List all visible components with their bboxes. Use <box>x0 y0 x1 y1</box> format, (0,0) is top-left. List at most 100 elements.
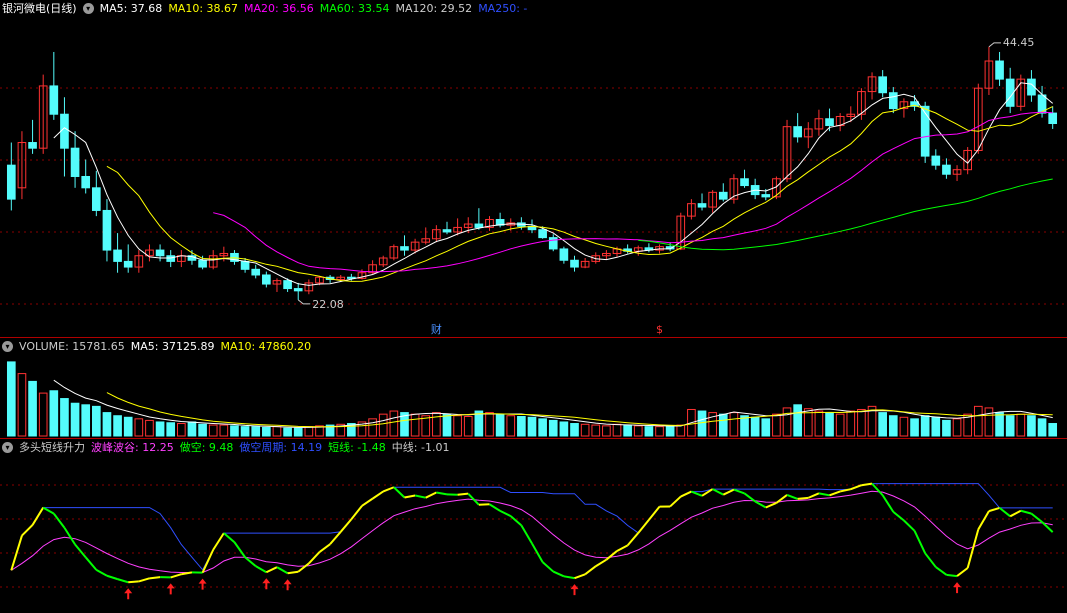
short-line-segment <box>117 578 129 584</box>
short-line-segment <box>95 568 108 577</box>
short-line-segment <box>106 574 118 581</box>
short-line-segment <box>1009 509 1022 518</box>
volume-bar <box>761 418 771 437</box>
volume-bar <box>145 419 154 437</box>
candle-body <box>825 118 834 127</box>
volume-bar <box>208 424 218 437</box>
volume-bar <box>1016 413 1026 437</box>
short-line-segment <box>414 494 426 499</box>
price-chart: 44.45 22.08 财 $ <box>0 36 1067 336</box>
candle-body <box>888 92 898 110</box>
volume-bar <box>729 412 739 437</box>
candle-body <box>70 147 80 177</box>
short-line-segment <box>946 573 958 578</box>
volume-bar <box>113 415 122 437</box>
short-line-segment <box>935 566 948 576</box>
short-line-segment <box>128 580 139 584</box>
short-line-segment <box>287 570 299 575</box>
volume-bar <box>474 410 484 437</box>
volume-bar <box>495 413 505 437</box>
volume-bar <box>782 407 792 437</box>
short-line-segment <box>903 519 916 532</box>
high-pointer <box>988 42 1001 48</box>
volume-bar <box>517 416 526 437</box>
short-line-segment <box>680 490 692 498</box>
short-line-segment <box>850 484 862 491</box>
short-line-segment <box>223 532 236 544</box>
volume-bar <box>984 407 994 437</box>
peak-envelope-line <box>10 483 1053 571</box>
short-line-segment <box>998 507 1011 518</box>
volume-bar <box>70 402 80 437</box>
short-line-segment <box>881 494 895 513</box>
ma5-line <box>53 82 1054 286</box>
volume-bar <box>251 426 261 437</box>
candle-body <box>91 187 101 211</box>
volume-bar <box>389 410 399 437</box>
volume-bar <box>432 412 441 437</box>
candle-body <box>123 260 133 268</box>
buy-arrow-icon <box>953 582 962 594</box>
buy-arrow-icon <box>198 578 207 590</box>
volume-bar <box>857 408 866 437</box>
candle-body <box>559 248 569 261</box>
volume-bar <box>485 412 494 437</box>
short-line-segment <box>977 510 990 530</box>
volume-bar <box>1037 418 1047 437</box>
short-line-segment <box>669 495 682 508</box>
candle-body <box>155 249 165 257</box>
candle-body <box>166 255 176 262</box>
volume-bar <box>878 412 887 437</box>
buy-arrow-icon <box>262 578 271 590</box>
volume-bar <box>304 426 314 437</box>
short-line-segment <box>457 492 469 496</box>
volume-bar <box>602 425 611 437</box>
indicator-panel: ▾ 多头短线升力 波峰波谷: 12.25 做空: 9.48 做空周期: 14.19 短线… <box>0 439 1067 613</box>
candle-body <box>931 155 941 166</box>
candle-body <box>538 229 547 239</box>
short-line-segment <box>574 573 586 580</box>
short-line-segment <box>393 486 406 499</box>
short-line-segment <box>956 567 969 577</box>
volume-bar <box>846 410 856 437</box>
short-line-segment <box>913 530 927 554</box>
short-line-segment <box>765 502 777 509</box>
volume-bar <box>548 419 558 437</box>
volume-bar <box>378 413 388 437</box>
volume-bar <box>166 422 176 437</box>
volume-bar <box>17 373 27 437</box>
short-line-segment <box>786 494 799 500</box>
volume-bar <box>835 413 845 437</box>
volume-bar <box>527 416 537 437</box>
short-line-segment <box>807 492 820 499</box>
short-line-segment <box>988 506 1000 513</box>
candle-body <box>793 126 802 138</box>
volume-bar <box>463 416 473 437</box>
short-line-segment <box>53 513 66 529</box>
volume-bar <box>187 421 197 437</box>
short-line-segment <box>425 491 437 499</box>
dividend-marker: $ <box>656 323 663 336</box>
short-line-segment <box>563 575 575 580</box>
short-line-segment <box>436 491 448 496</box>
volume-bar <box>6 361 16 437</box>
candle-body <box>761 194 771 198</box>
volume-bar <box>740 415 749 437</box>
short-line-segment <box>265 566 278 574</box>
volume-bar <box>772 413 781 437</box>
candle-body <box>718 191 728 200</box>
short-line-segment <box>255 565 267 574</box>
volume-bar <box>1027 415 1036 437</box>
volume-bar <box>28 380 37 437</box>
volume-bar <box>591 424 601 437</box>
candle-body <box>878 76 887 94</box>
short-line-segment <box>138 577 150 583</box>
volume-bar <box>612 423 622 437</box>
short-line-segment <box>361 497 374 507</box>
volume-bar <box>155 421 165 437</box>
ma20-line <box>213 111 1053 273</box>
short-line-segment <box>170 573 182 579</box>
candle-body <box>113 249 122 262</box>
short-line-segment <box>648 505 661 521</box>
short-line-segment <box>1020 509 1032 515</box>
